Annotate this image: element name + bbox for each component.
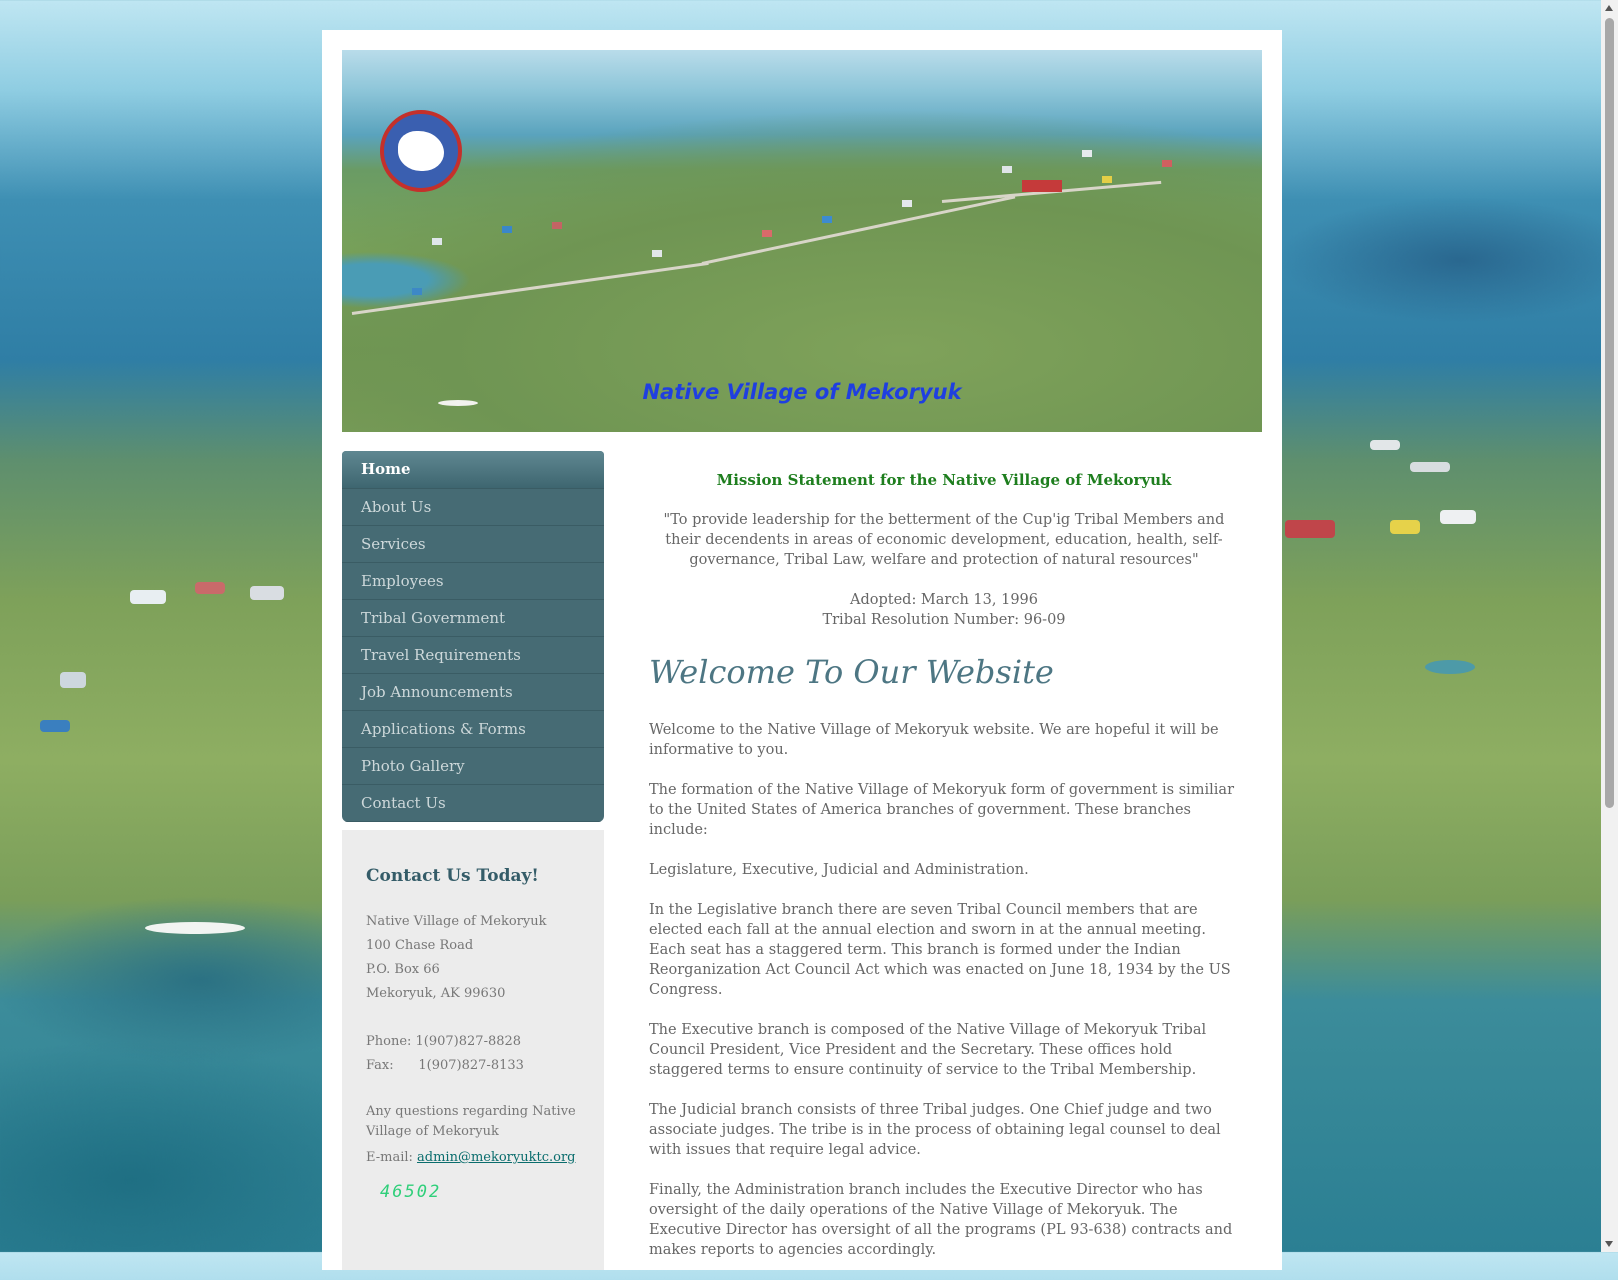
bg-house [195,582,225,594]
bg-house [60,672,86,688]
nav-item-job-announcements[interactable]: Job Announcements [342,674,604,711]
banner-house [652,250,662,257]
welcome-heading: Welcome To Our Website [649,653,1054,691]
bg-house [250,586,284,600]
header-banner: Native Village of Mekoryuk [342,50,1262,432]
contact-phone: Phone: 1(907)827-8828 [366,1034,522,1049]
contact-email-row: E-mail: admin@mekoryuktc.org [366,1146,580,1170]
welcome-paragraph: The formation of the Native Village of M… [649,782,1235,838]
scroll-up-arrow-icon[interactable] [1605,5,1613,11]
contact-fax: Fax: 1(907)827-8133 [366,1058,524,1073]
resolution-number: Tribal Resolution Number: 96-09 [822,612,1066,628]
bg-house [130,590,166,604]
bg-house [1390,520,1420,534]
welcome-paragraph: Welcome to the Native Village of Mekoryu… [649,722,1219,758]
bg-snow [145,922,245,934]
banner-house [762,230,772,237]
bg-house [1370,440,1400,450]
scroll-down-arrow-icon[interactable] [1605,1241,1613,1247]
seal-island-shape [398,131,444,171]
contact-questions: Any questions regarding Native Village o… [366,1104,576,1139]
welcome-paragraph: In the Legislative branch there are seve… [649,902,1231,998]
banner-house [502,226,512,233]
contact-city: Mekoryuk, AK 99630 [366,986,506,1001]
banner-house [432,238,442,245]
nav-item-about-us[interactable]: About Us [342,489,604,526]
nav-item-photo-gallery[interactable]: Photo Gallery [342,748,604,785]
site-title-text: Native Village of Mekoryuk [642,380,962,404]
bg-house [1410,462,1450,472]
banner-house [412,288,422,295]
contact-street: 100 Chase Road [366,938,474,953]
banner-house [1022,180,1062,192]
main-content: Mission Statement for the Native Village… [649,470,1239,1280]
nav-item-services[interactable]: Services [342,526,604,563]
welcome-paragraph: The Executive branch is composed of the … [649,1022,1207,1078]
main-nav: Home About Us Services Employees Tribal Gove… [342,451,604,822]
nav-item-home[interactable]: Home [342,451,604,489]
email-label: E-mail: [366,1150,418,1165]
scroll-thumb[interactable] [1605,18,1614,808]
nav-item-employees[interactable]: Employees [342,563,604,600]
nav-item-travel-requirements[interactable]: Travel Requirements [342,637,604,674]
bg-house [1440,510,1476,524]
banner-house [1102,176,1112,183]
welcome-body: Welcome to the Native Village of Mekoryu… [649,720,1239,1260]
mission-adoption: Adopted: March 13, 1996 Tribal Resolutio… [649,590,1239,630]
welcome-paragraph: Finally, the Administration branch inclu… [649,1182,1233,1258]
mission-title: Mission Statement for the Native Village… [716,471,1172,489]
tribal-seal-logo [380,110,462,192]
banner-road [701,195,1016,265]
page-container: Native Village of Mekoryuk Home About Us S… [322,30,1282,1270]
banner-house [822,216,832,223]
welcome-paragraph: The Judicial branch consists of three Tr… [649,1102,1221,1158]
banner-house [902,200,912,207]
banner-road [351,261,709,315]
nav-item-applications-forms[interactable]: Applications & Forms [342,711,604,748]
nav-item-contact-us[interactable]: Contact Us [342,785,604,822]
contact-heading: Contact Us Today! [366,866,539,886]
contact-org: Native Village of Mekoryuk [366,914,547,929]
welcome-paragraph: Legislature, Executive, Judicial and Adm… [649,862,1029,878]
email-link[interactable]: admin@mekoryuktc.org [417,1150,575,1165]
banner-house [1162,160,1172,167]
nav-item-tribal-government[interactable]: Tribal Government [342,600,604,637]
mission-quote: "To provide leadership for the bettermen… [663,512,1225,568]
bg-pond [1425,660,1475,674]
bg-house [40,720,70,732]
banner-house [1082,150,1092,157]
contact-pobox: P.O. Box 66 [366,962,440,977]
page-scrollbar[interactable] [1601,0,1618,1252]
site-title: Native Village of Mekoryuk [342,380,1262,404]
banner-house [1002,166,1012,173]
contact-sidebar: Contact Us Today! Native Village of Meko… [342,830,604,1270]
bg-house [1285,520,1335,538]
adopted-date: Adopted: March 13, 1996 [849,592,1038,608]
visitor-counter: 46502 [380,1182,442,1202]
banner-house [552,222,562,229]
